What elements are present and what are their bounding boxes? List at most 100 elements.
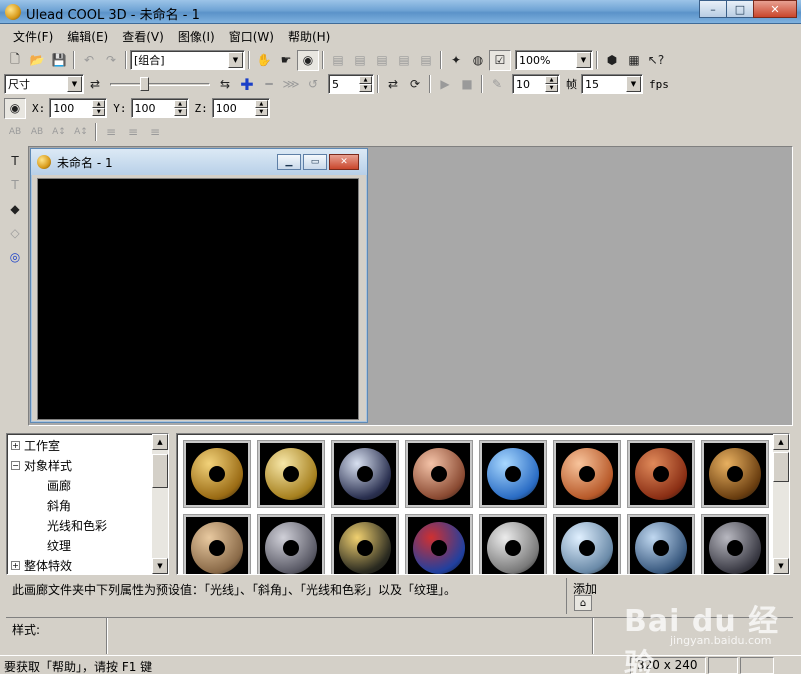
insert-text-icon[interactable]: T [4,150,26,172]
light-icon[interactable]: ✦ [445,50,467,71]
spin-up-icon[interactable]: ▲ [359,76,372,84]
insert-geometry-icon[interactable]: ◆ [4,198,26,220]
doc-close-button[interactable]: ✕ [329,154,359,170]
align-left-icon[interactable]: ≡ [100,122,122,143]
spin-down-icon[interactable]: ▼ [173,108,187,116]
timeline-slider[interactable] [110,74,210,94]
tree-item-bevel[interactable]: 斜角 [47,495,71,515]
total-frames-input[interactable]: 10 ▲ ▼ [512,74,560,94]
line-spacing-wide-icon[interactable]: A↕ [70,122,92,143]
gallery-thumbnail[interactable] [405,440,473,508]
scroll-thumb[interactable] [152,454,168,488]
last-frame-icon[interactable]: ⇆ [214,74,236,95]
check-box-icon[interactable]: ☑ [489,49,511,71]
chevron-down-icon[interactable]: ▼ [626,76,641,92]
doc-maximize-button[interactable]: ▭ [303,154,327,170]
attribute-combo[interactable]: 尺寸 ▼ [4,74,84,94]
play-icon[interactable]: ▶ [434,74,456,95]
expand-icon[interactable]: + [11,560,20,570]
gallery-thumbnail[interactable] [257,440,325,508]
text-spacing-wide-icon[interactable]: AB [26,122,48,143]
save-icon[interactable]: 💾 [48,50,70,71]
chevron-down-icon[interactable]: ▼ [576,52,591,68]
spin-up-icon[interactable]: ▲ [545,76,558,84]
layer-3-icon[interactable]: ▤ [371,50,393,71]
spin-down-icon[interactable]: ▼ [254,108,268,116]
align-right-icon[interactable]: ≡ [144,122,166,143]
scroll-down-icon[interactable]: ▼ [152,558,168,574]
menu-help[interactable]: 帮助(H) [281,26,337,47]
split-keyframe-icon[interactable]: ⋙ [280,74,302,95]
spin-up-icon[interactable]: ▲ [254,100,268,108]
object-library-icon[interactable]: ◎ [4,246,26,268]
layer-4-icon[interactable]: ▤ [393,50,415,71]
remove-keyframe-icon[interactable]: ━ [258,74,280,95]
ping-pong-icon[interactable]: ⟳ [404,74,426,95]
gallery-thumbnail[interactable] [627,440,695,508]
new-file-icon[interactable]: 🗋 [4,50,26,71]
undo-icon[interactable]: ↶ [78,50,100,71]
spin-up-icon[interactable]: ▲ [173,100,187,108]
smooth-motion-icon[interactable]: ✎ [486,74,508,95]
menu-edit[interactable]: 编辑(E) [60,26,115,47]
menu-view[interactable]: 查看(V) [115,26,171,47]
help-pointer-icon[interactable]: ↖? [645,50,667,71]
tree-item-gallery[interactable]: 画廊 [47,475,71,495]
line-spacing-icon[interactable]: A↕ [48,122,70,143]
tree-item-texture[interactable]: 纹理 [47,535,71,555]
rotate-hand-icon[interactable]: ☛ [275,50,297,71]
layer-5-icon[interactable]: ▤ [415,50,437,71]
edit-geometry-icon[interactable]: ◇ [4,222,26,244]
layer-2-icon[interactable]: ▤ [349,50,371,71]
scroll-up-icon[interactable]: ▲ [152,434,168,450]
first-frame-icon[interactable]: ⇄ [84,74,106,95]
add-to-gallery-icon[interactable]: ⌂ [574,595,592,611]
gallery-thumbnail[interactable] [627,514,695,574]
spin-down-icon[interactable]: ▼ [545,84,558,92]
minimize-button[interactable]: – [699,0,727,18]
tree-item-global-effects[interactable]: + 整体特效 [11,555,72,574]
gallery-scrollbar[interactable]: ▲ ▼ [773,434,789,574]
stop-icon[interactable]: ■ [456,74,478,95]
gallery-thumbnail[interactable] [701,514,769,574]
tree-item-studio[interactable]: + 工作室 [11,435,60,455]
loop-icon[interactable]: ⇄ [382,74,404,95]
reverse-icon[interactable]: ↺ [302,74,324,95]
gallery-thumbnail[interactable] [257,514,325,574]
position-icon[interactable]: ◉ [4,97,26,119]
render-canvas[interactable] [37,178,359,420]
scroll-up-icon[interactable]: ▲ [773,434,789,450]
gallery-thumbnail[interactable] [183,514,251,574]
scroll-down-icon[interactable]: ▼ [773,558,789,574]
gallery-thumbnail[interactable] [331,514,399,574]
y-input[interactable]: 100 ▲ ▼ [130,98,189,118]
gallery-thumbnail[interactable] [405,514,473,574]
chevron-down-icon[interactable]: ▼ [228,52,243,68]
menu-window[interactable]: 窗口(W) [222,26,281,47]
gallery-thumbnail[interactable] [479,440,547,508]
scroll-thumb[interactable] [773,452,789,482]
gallery-thumbnail[interactable] [479,514,547,574]
zoom-combo[interactable]: 100% ▼ [515,50,593,70]
image-export-icon[interactable]: ▦ [623,50,645,71]
gallery-thumbnail[interactable] [553,440,621,508]
spin-up-icon[interactable]: ▲ [92,100,106,108]
object-select-combo[interactable]: [组合] ▼ [130,50,245,70]
edit-text-icon[interactable]: T [4,174,26,196]
gallery-thumbnail[interactable] [183,440,251,508]
layer-1-icon[interactable]: ▤ [327,50,349,71]
doc-minimize-button[interactable]: ▁ [277,154,301,170]
pan-hand-icon[interactable]: ✋ [253,50,275,71]
document-title-bar[interactable]: 未命名 - 1 ▁ ▭ ✕ [31,149,367,175]
collapse-icon[interactable]: − [11,460,20,470]
tree-item-object-style[interactable]: − 对象样式 [11,455,72,475]
expand-icon[interactable]: + [11,440,20,450]
z-input[interactable]: 100 ▲ ▼ [211,98,270,118]
close-button[interactable]: ✕ [753,0,797,18]
spin-down-icon[interactable]: ▼ [92,108,106,116]
maximize-button[interactable]: □ [726,0,754,18]
web-export-icon[interactable]: ⬢ [601,50,623,71]
tree-scrollbar[interactable]: ▲ ▼ [152,434,168,574]
menu-file[interactable]: 文件(F) [6,26,60,47]
open-folder-icon[interactable]: 📂 [26,50,48,71]
